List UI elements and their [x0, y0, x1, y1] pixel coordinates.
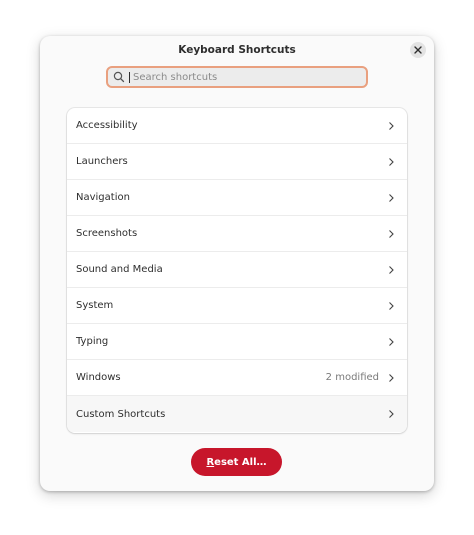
chevron-right-icon [387, 193, 395, 203]
close-icon [414, 46, 422, 54]
reset-mnemonic: R [206, 456, 215, 468]
category-label: Custom Shortcuts [76, 408, 166, 420]
search-icon [113, 71, 125, 83]
chevron-right-icon [387, 373, 395, 383]
reset-all-button[interactable]: Reset All… [191, 448, 282, 476]
category-row-launchers[interactable]: Launchers [67, 144, 407, 180]
chevron-right-icon [387, 229, 395, 239]
chevron-right-icon [387, 301, 395, 311]
chevron-right-icon [387, 121, 395, 131]
text-cursor [129, 71, 130, 83]
category-row-typing[interactable]: Typing [67, 324, 407, 360]
category-row-navigation[interactable]: Navigation [67, 180, 407, 216]
category-row-windows[interactable]: Windows 2 modified [67, 360, 407, 396]
category-label: Windows [76, 372, 121, 383]
category-label: Screenshots [76, 228, 138, 239]
search-field[interactable] [106, 66, 368, 88]
dialog-title: Keyboard Shortcuts [178, 44, 296, 56]
chevron-right-icon [387, 265, 395, 275]
category-row-accessibility[interactable]: Accessibility [67, 108, 407, 144]
category-label: Typing [76, 336, 109, 347]
category-row-screenshots[interactable]: Screenshots [67, 216, 407, 252]
category-label: Launchers [76, 156, 128, 167]
reset-label: eset All… [214, 456, 267, 468]
chevron-right-icon [387, 157, 395, 167]
keyboard-shortcuts-dialog: Keyboard Shortcuts Accessibility Launche… [40, 36, 434, 491]
category-label: Sound and Media [76, 264, 163, 275]
titlebar: Keyboard Shortcuts [40, 36, 434, 66]
chevron-right-icon [387, 337, 395, 347]
shortcut-categories-list: Accessibility Launchers Navigation Scree… [67, 108, 407, 433]
chevron-right-icon [387, 409, 395, 419]
category-row-system[interactable]: System [67, 288, 407, 324]
modified-count: 2 modified [325, 372, 379, 383]
category-label: System [76, 300, 114, 311]
category-label: Accessibility [76, 120, 138, 131]
category-label: Navigation [76, 192, 130, 203]
search-input[interactable] [133, 71, 366, 83]
category-row-custom-shortcuts[interactable]: Custom Shortcuts [67, 396, 407, 432]
close-button[interactable] [410, 42, 426, 58]
category-row-sound-and-media[interactable]: Sound and Media [67, 252, 407, 288]
